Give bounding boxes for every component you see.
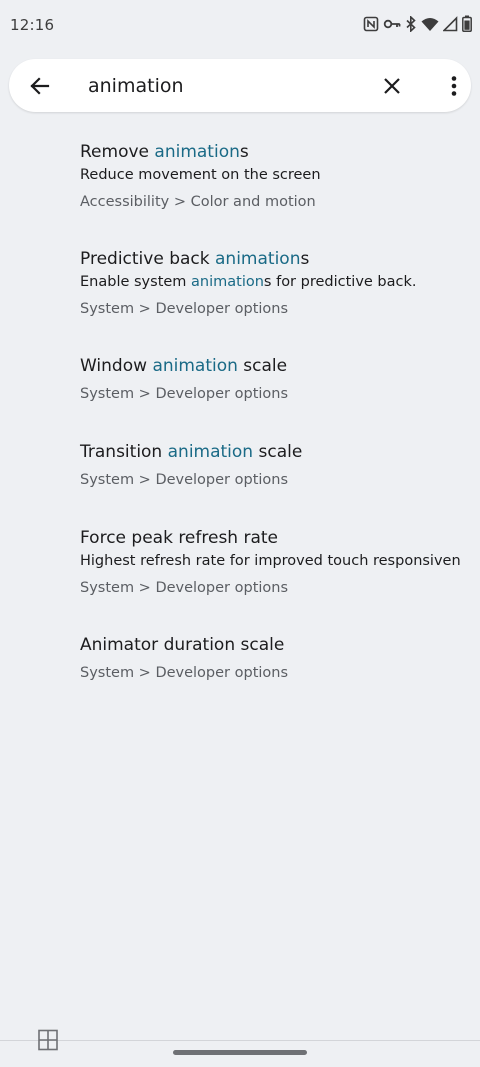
result-title: Force peak refresh rate: [80, 528, 279, 548]
more-vert-icon[interactable]: [441, 73, 467, 99]
result-title: Window animation scale: [80, 356, 288, 376]
nfc-icon: [363, 16, 379, 32]
close-icon[interactable]: [379, 73, 405, 99]
wifi-icon: [421, 16, 439, 32]
result-title: Transition animation scale: [80, 442, 303, 462]
result-animator-duration-scale[interactable]: Animator duration scale System > Develop…: [80, 635, 470, 682]
result-path: System > Developer options: [80, 301, 289, 317]
bluetooth-icon: [405, 15, 417, 32]
search-bar: [9, 59, 471, 112]
result-title: Animator duration scale: [80, 635, 285, 655]
result-path: System > Developer options: [80, 580, 289, 596]
view-grid-icon[interactable]: [38, 1029, 58, 1051]
result-summary: Reduce movement on the screen: [80, 167, 321, 183]
search-input[interactable]: [88, 70, 368, 101]
result-title: Predictive back animations: [80, 249, 310, 269]
arrow-back-icon[interactable]: [27, 73, 53, 99]
nav-divider: [0, 1040, 480, 1041]
result-path: Accessibility > Color and motion: [80, 194, 316, 210]
result-title: Remove animations: [80, 142, 249, 162]
result-predictive-back-animations[interactable]: Predictive back animations Enable system…: [80, 249, 470, 318]
result-window-animation-scale[interactable]: Window animation scale System > Develope…: [80, 356, 470, 403]
status-bar: 12:16: [0, 0, 480, 50]
result-remove-animations[interactable]: Remove animations Reduce movement on the…: [80, 142, 470, 211]
result-summary: Enable system animations for predictive …: [80, 274, 417, 290]
result-path: System > Developer options: [80, 386, 289, 402]
battery-icon: [462, 15, 472, 32]
status-icons: [363, 15, 472, 32]
result-transition-animation-scale[interactable]: Transition animation scale System > Deve…: [80, 442, 470, 489]
result-path: System > Developer options: [80, 665, 289, 681]
home-gesture-handle[interactable]: [173, 1050, 307, 1055]
vpn-key-icon: [383, 16, 401, 32]
result-summary: Highest refresh rate for improved touch …: [80, 553, 460, 569]
status-time: 12:16: [10, 16, 55, 34]
result-path: System > Developer options: [80, 472, 289, 488]
result-force-peak-refresh-rate[interactable]: Force peak refresh rate Highest refresh …: [80, 528, 470, 597]
signal-icon: [443, 15, 458, 32]
